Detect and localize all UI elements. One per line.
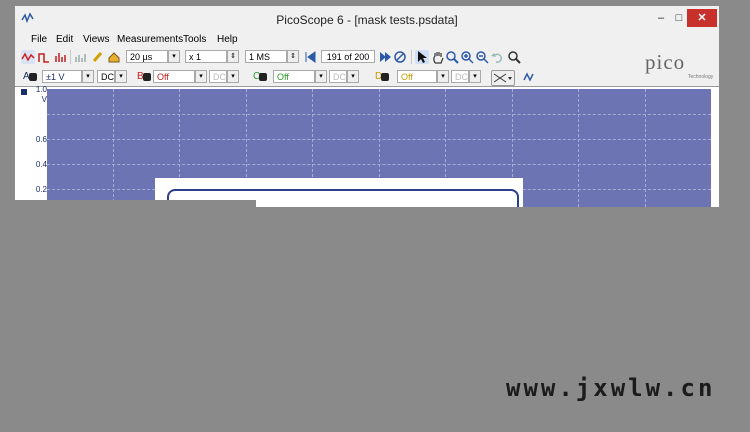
channel-d-coupling[interactable]: DC [451,70,469,83]
zoom-in-icon[interactable] [460,50,474,64]
zoom-field[interactable]: x 1 [185,50,227,63]
channel-d-probe-icon[interactable] [381,73,389,81]
zoom-spinner[interactable]: ⇕ [227,50,239,63]
waveform-plot[interactable] [47,89,711,221]
y-axis: 1.0 V 0.6 0.4 0.2 [15,85,47,207]
watermark-text: www.jxwlw.cn [506,374,716,402]
menu-bar: File Edit Views Measurements Tools Help [15,32,719,48]
home-icon[interactable] [107,50,121,64]
scope-view: 1.0 V 0.6 0.4 0.2 [15,85,719,221]
timebase-dropdown[interactable]: ▾ [168,50,180,63]
menu-edit[interactable]: Edit [56,34,73,45]
samples-field[interactable]: 1 MS [245,50,287,63]
no-entry-icon[interactable] [393,50,407,64]
channel-b-coupling[interactable]: DC [209,70,227,83]
channel-b-coupling-dropdown[interactable]: ▾ [227,70,239,83]
maximize-button[interactable]: □ [669,9,689,27]
menu-views[interactable]: Views [83,34,110,45]
scope-mode-icon[interactable] [21,50,35,64]
menu-tools[interactable]: Tools [183,34,206,45]
menu-help[interactable]: Help [217,34,238,45]
probe-icon[interactable] [91,50,105,64]
y-axis-unit: V [41,95,47,104]
window-title: PicoScope 6 - [mask tests.psdata] [276,13,458,27]
menu-measurements[interactable]: Measurements [117,34,183,45]
hand-tool-icon[interactable] [431,50,445,64]
channel-c-probe-icon[interactable] [259,73,267,81]
main-toolbar: 20 µs ▾ x 1 ⇕ 1 MS ⇕ 191 of 200 [15,48,719,66]
close-button[interactable]: ✕ [687,9,717,27]
channel-c-range-dropdown[interactable]: ▾ [315,70,327,83]
title-bar: PicoScope 6 - [mask tests.psdata] – □ ✕ [15,6,719,32]
channel-toolbar: A ±1 V ▾ DC ▾ B Off ▾ DC ▾ C Off ▾ DC ▾ … [15,68,719,86]
next-buffer-icon[interactable] [378,50,392,64]
auto-setup-icon[interactable] [523,70,537,84]
minimize-button[interactable]: – [651,9,671,27]
trigger-settings-icon[interactable] [491,70,515,86]
timebase-field[interactable]: 20 µs [126,50,168,63]
channel-a-probe-icon[interactable] [29,73,37,81]
app-window: PicoScope 6 - [mask tests.psdata] – □ ✕ … [14,5,720,221]
buffer-position-field[interactable]: 191 of 200 [321,50,375,63]
channel-c-coupling[interactable]: DC [329,70,347,83]
spectrum-mode-icon[interactable] [53,50,67,64]
channel-b-probe-icon[interactable] [143,73,151,81]
channel-b-range-dropdown[interactable]: ▾ [195,70,207,83]
persistence-mode-icon[interactable] [37,50,51,64]
undo-zoom-icon[interactable] [490,50,504,64]
channel-a-range[interactable]: ±1 V [42,70,82,83]
samples-spinner[interactable]: ⇕ [287,50,299,63]
channel-a-range-dropdown[interactable]: ▾ [82,70,94,83]
channel-d-range[interactable]: Off [397,70,437,83]
channel-a-coupling[interactable]: DC [97,70,115,83]
y-axis-tick: 0.6 [35,135,47,144]
channel-b-range[interactable]: Off [153,70,195,83]
zoom-out-icon[interactable] [475,50,489,64]
channel-d-coupling-dropdown[interactable]: ▾ [469,70,481,83]
menu-file[interactable]: File [31,34,47,45]
channel-a-coupling-dropdown[interactable]: ▾ [115,70,127,83]
zoom-overview-icon[interactable] [507,50,521,64]
channel-c-range[interactable]: Off [273,70,315,83]
y-axis-tick: 0.2 [35,185,47,194]
y-axis-top-label: 1.0 [35,85,47,94]
zoom-area-icon[interactable] [445,50,459,64]
channel-c-coupling-dropdown[interactable]: ▾ [347,70,359,83]
first-buffer-icon[interactable] [303,50,317,64]
serial-decode-icon[interactable] [73,50,87,64]
pointer-tool-icon[interactable] [415,50,429,64]
channel-d-range-dropdown[interactable]: ▾ [437,70,449,83]
y-axis-tick: 0.4 [35,160,47,169]
